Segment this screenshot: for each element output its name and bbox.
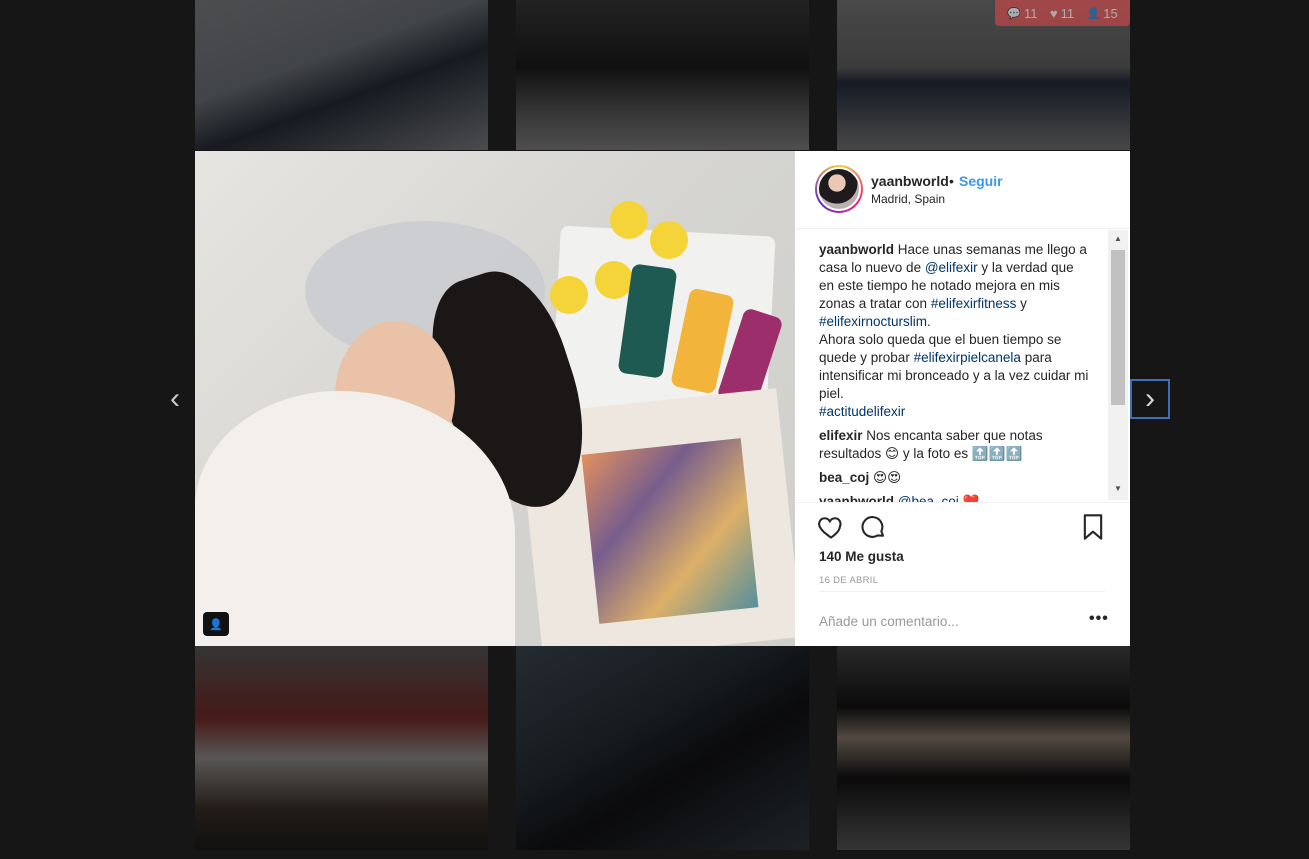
comment-count: 💬 11 [1007, 5, 1038, 21]
likes-count[interactable]: 140 Me gusta [819, 549, 904, 564]
heart-stat-icon: ♥ [1049, 5, 1058, 21]
hashtag-link[interactable]: #elifexirpielcanela [914, 350, 1021, 365]
more-options-icon[interactable]: ••• [1089, 610, 1109, 628]
mention-link[interactable]: @elifexir [925, 260, 978, 275]
post-actions: 140 Me gusta 16 DE ABRIL Añade un coment… [795, 502, 1130, 647]
add-comment-area: Añade un comentario... ••• [819, 591, 1108, 641]
bookmark-icon[interactable] [1081, 513, 1105, 541]
comment-stat-icon: 💬 [1007, 7, 1021, 20]
comment-icon[interactable] [859, 513, 887, 541]
scroll-up-icon[interactable]: ▲ [1114, 234, 1122, 243]
comments-scrollbar[interactable]: ▲ ▼ [1108, 230, 1128, 500]
chevron-right-icon: › [1145, 382, 1155, 415]
caption-username[interactable]: yaanbworld [819, 242, 894, 257]
post-author-username[interactable]: yaanbworld [871, 173, 949, 189]
post-side-panel: yaanbworld • Seguir Madrid, Spain yaanbw… [795, 151, 1130, 646]
separator-dot: • [949, 173, 954, 189]
comments-list[interactable]: yaanbworld Hace unas semanas me llego a … [819, 241, 1089, 503]
post-header: yaanbworld • Seguir Madrid, Spain [795, 151, 1130, 229]
user-icon: 👤 [209, 618, 223, 631]
like-count: ♥ 11 [1049, 5, 1075, 21]
post-photo[interactable]: 👤 [195, 151, 795, 646]
person-stat-icon: 👤 [1086, 7, 1101, 20]
comment-username[interactable]: bea_coj [819, 470, 869, 485]
follow-button[interactable]: Seguir [959, 173, 1003, 189]
tagged-users-button[interactable]: 👤 [203, 612, 229, 636]
hashtag-link[interactable]: #elifexirnocturslim [819, 314, 927, 329]
comment-item: elifexir Nos encanta saber que notas res… [819, 427, 1089, 463]
post-location[interactable]: Madrid, Spain [871, 192, 945, 206]
post-modal: 👤 yaanbworld • Seguir Madrid, Spain yaan… [195, 151, 1130, 646]
comment-input[interactable]: Añade un comentario... [819, 614, 959, 629]
comment-text: 😍😍 [873, 470, 902, 485]
comment-item: bea_coj 😍😍 [819, 469, 1089, 487]
post-stats-badge: 💬 11 ♥ 11 👤 15 [995, 0, 1130, 26]
scroll-down-icon[interactable]: ▼ [1114, 484, 1122, 493]
previous-post-button[interactable]: ‹ [155, 379, 195, 419]
scrollbar-thumb[interactable] [1111, 250, 1125, 405]
comment-username[interactable]: elifexir [819, 428, 863, 443]
chevron-left-icon: ‹ [170, 382, 180, 415]
post-caption: yaanbworld Hace unas semanas me llego a … [819, 242, 1089, 419]
avatar[interactable] [815, 165, 863, 213]
post-date[interactable]: 16 DE ABRIL [819, 575, 878, 586]
heart-icon[interactable] [817, 513, 845, 541]
tag-count: 👤 15 [1086, 5, 1118, 21]
next-post-button[interactable]: › [1130, 379, 1170, 419]
hashtag-link[interactable]: #actitudelifexir [819, 404, 905, 419]
hashtag-link[interactable]: #elifexirfitness [931, 296, 1017, 311]
